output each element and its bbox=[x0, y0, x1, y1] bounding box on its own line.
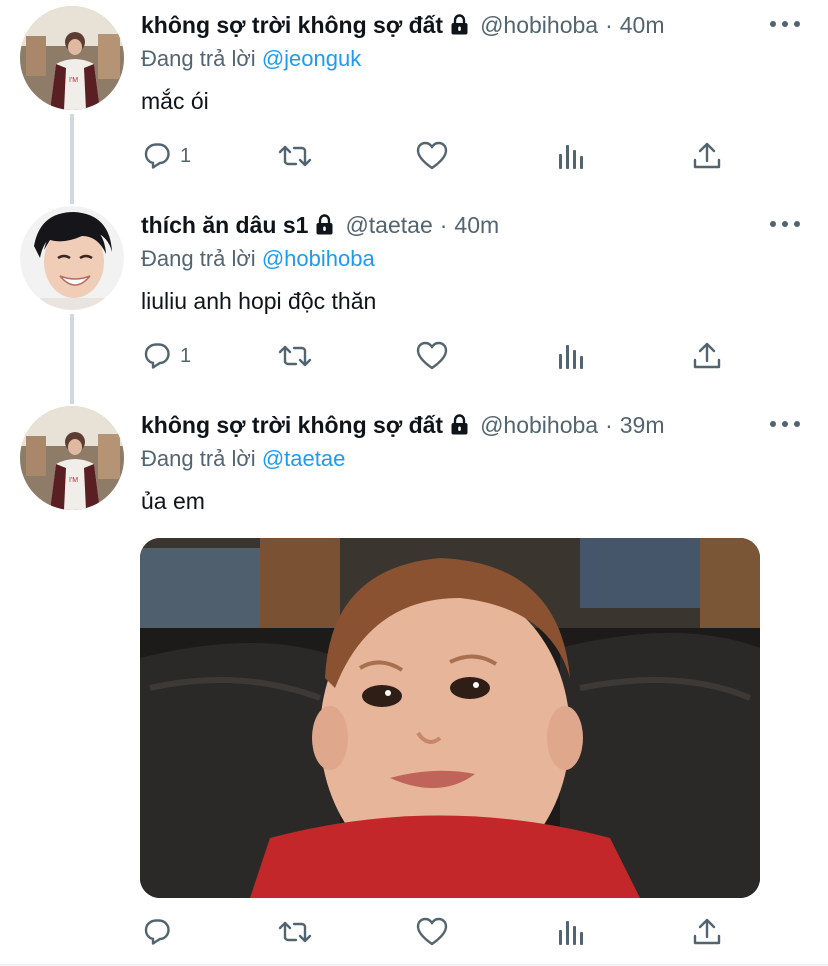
analytics-icon bbox=[559, 145, 583, 169]
separator-dot: · bbox=[439, 211, 448, 238]
timestamp[interactable]: 40m bbox=[620, 12, 665, 39]
share-button[interactable] bbox=[692, 136, 722, 176]
replying-to-label: Đang trả lời bbox=[141, 46, 262, 71]
analytics-icon bbox=[559, 345, 583, 369]
reply-button[interactable]: 1 bbox=[142, 136, 191, 176]
lock-icon bbox=[449, 414, 470, 436]
tweet-actions: 1 bbox=[0, 336, 828, 376]
separator-dot: · bbox=[605, 411, 613, 438]
reply-icon bbox=[144, 143, 170, 169]
share-icon bbox=[693, 142, 721, 169]
analytics-button[interactable] bbox=[556, 336, 586, 376]
replying-to: Đang trả lời @jeonguk bbox=[141, 46, 361, 72]
retweet-button[interactable] bbox=[278, 336, 312, 376]
display-name[interactable]: thích ăn dâu s1 bbox=[141, 212, 308, 239]
mention-link[interactable]: @jeonguk bbox=[262, 46, 361, 71]
retweet-icon bbox=[278, 345, 312, 367]
replying-to-label: Đang trả lời bbox=[141, 446, 262, 471]
mention-link[interactable]: @hobihoba bbox=[262, 246, 375, 271]
display-name[interactable]: không sợ trời không sợ đất bbox=[141, 12, 443, 39]
more-options-icon[interactable] bbox=[770, 218, 800, 230]
tweet[interactable]: I'M không sợ trời không sợ đất @hobihoba… bbox=[0, 0, 828, 200]
share-icon bbox=[693, 918, 721, 945]
like-button[interactable] bbox=[416, 136, 448, 176]
reply-count: 1 bbox=[180, 144, 192, 167]
mention-link[interactable]: @taetae bbox=[262, 446, 346, 471]
like-button[interactable] bbox=[416, 336, 448, 376]
timestamp[interactable]: 40m bbox=[454, 212, 499, 239]
share-button[interactable] bbox=[692, 336, 722, 376]
lock-icon bbox=[314, 214, 335, 236]
retweet-button[interactable] bbox=[278, 136, 312, 176]
replying-to: Đang trả lời @hobihoba bbox=[141, 246, 375, 272]
replying-to-label: Đang trả lời bbox=[141, 246, 262, 271]
like-icon bbox=[416, 917, 448, 946]
username-handle[interactable]: @hobihoba bbox=[480, 412, 598, 439]
tweet-actions bbox=[0, 912, 828, 952]
retweet-icon bbox=[278, 145, 312, 167]
lock-icon bbox=[449, 14, 470, 36]
reply-button[interactable] bbox=[142, 912, 180, 952]
username-handle[interactable]: @hobihoba bbox=[480, 12, 598, 39]
analytics-button[interactable] bbox=[556, 136, 586, 176]
tweet-text: mắc ói bbox=[141, 88, 209, 114]
svg-text:I'M: I'M bbox=[69, 477, 78, 484]
analytics-button[interactable] bbox=[556, 912, 586, 952]
replying-to: Đang trả lời @taetae bbox=[141, 446, 345, 472]
reply-button[interactable]: 1 bbox=[142, 336, 191, 376]
reply-icon bbox=[144, 919, 170, 945]
more-options-icon[interactable] bbox=[770, 418, 800, 430]
avatar-hobihoba[interactable]: I'M bbox=[20, 406, 124, 510]
username-handle[interactable]: @taetae bbox=[345, 212, 432, 239]
tweet-text: ủa em bbox=[141, 488, 205, 514]
svg-text:I'M: I'M bbox=[69, 77, 78, 84]
avatar-hobihoba[interactable]: I'M bbox=[20, 6, 124, 110]
tweet[interactable]: thích ăn dâu s1 @taetae · 40m Đang trả l… bbox=[0, 200, 828, 400]
tweet-media-image[interactable] bbox=[140, 538, 760, 898]
like-icon bbox=[416, 141, 448, 170]
tweet-actions: 1 bbox=[0, 136, 828, 176]
separator-dot: · bbox=[605, 11, 613, 38]
share-icon bbox=[693, 342, 721, 369]
share-button[interactable] bbox=[692, 912, 722, 952]
retweet-icon bbox=[278, 921, 312, 943]
like-button[interactable] bbox=[416, 912, 448, 952]
analytics-icon bbox=[559, 921, 583, 945]
like-icon bbox=[416, 341, 448, 370]
reply-count: 1 bbox=[180, 344, 192, 367]
avatar-taetae[interactable] bbox=[20, 206, 124, 310]
tweet-text: liuliu anh hopi độc thăn bbox=[141, 288, 377, 314]
timestamp[interactable]: 39m bbox=[620, 412, 665, 439]
retweet-button[interactable] bbox=[278, 912, 312, 952]
display-name[interactable]: không sợ trời không sợ đất bbox=[141, 412, 443, 439]
reply-icon bbox=[144, 343, 170, 369]
more-options-icon[interactable] bbox=[770, 18, 800, 30]
